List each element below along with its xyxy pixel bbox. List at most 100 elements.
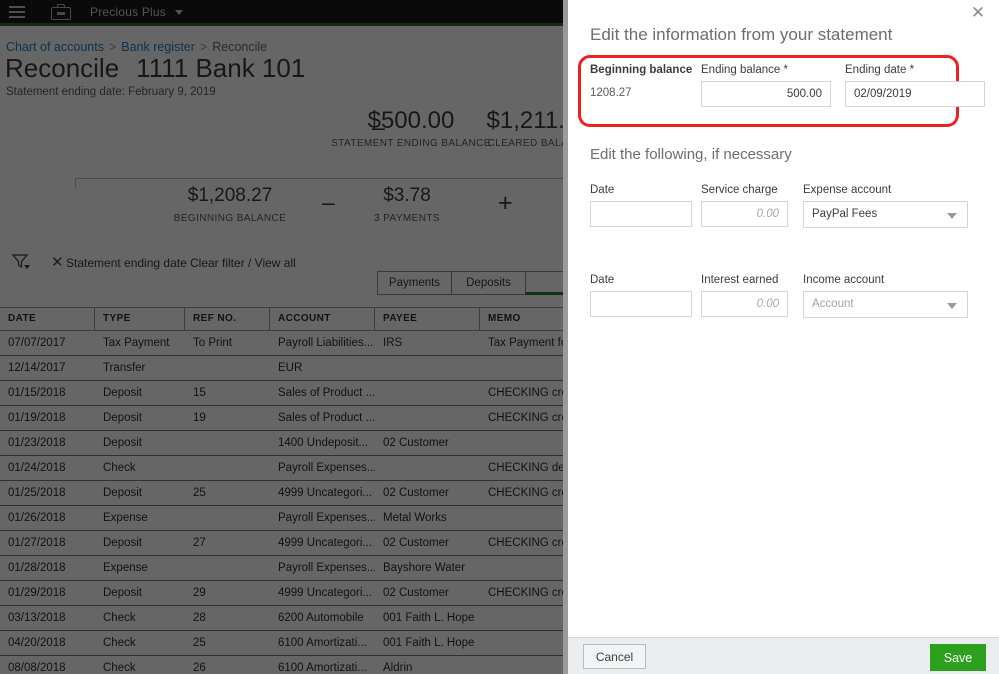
clear-filter-link[interactable]: Clear filter / View all [190,256,296,270]
column-header-account[interactable]: ACCOUNT [270,307,375,331]
cell-account: Payroll Liabilities... [270,331,375,356]
interest-earned-label: Interest earned [701,274,788,286]
column-header-ref-no[interactable]: REF NO. [185,307,270,331]
cell-type: Check [95,456,185,481]
interest-earned-input[interactable]: 0.00 [701,291,788,317]
ending-balance-field: Ending balance * 500.00 [701,64,831,107]
cell-ref-no: 27 [185,531,270,556]
cell-type: Deposit [95,531,185,556]
cell-payee: IRS [375,331,480,356]
cell-payee [375,456,480,481]
cell-payee: 02 Customer [375,481,480,506]
income-account-value: Account [812,298,854,310]
income-account-label: Income account [803,274,968,286]
cell-type: Expense [95,506,185,531]
ending-date-input[interactable]: 02/09/2019 [845,81,985,107]
cell-type: Deposit [95,381,185,406]
cell-date: 01/27/2018 [0,531,95,556]
ending-date-field: Ending date * 02/09/2019 [845,64,985,107]
cell-payee: 02 Customer [375,431,480,456]
expense-account-select[interactable]: PayPal Fees [803,201,968,228]
service-charge-amount-field: Service charge 0.00 [701,184,788,227]
cell-payee: 001 Faith L. Hope [375,606,480,631]
column-header-payee[interactable]: PAYEE [375,307,480,331]
cell-ref-no [185,556,270,581]
interest-date-label: Date [590,274,692,286]
service-charge-date-input[interactable] [590,201,692,227]
cell-type: Tax Payment [95,331,185,356]
cell-account: 4999 Uncategori... [270,481,375,506]
cell-payee [375,381,480,406]
expense-account-label: Expense account [803,184,968,196]
panel-heading-statement: Edit the information from your statement [590,25,892,45]
breadcrumb-bank-register[interactable]: Bank register [121,40,195,54]
briefcase-icon[interactable] [51,4,71,20]
cell-account: 4999 Uncategori... [270,531,375,556]
column-header-type[interactable]: TYPE [95,307,185,331]
company-name-label: Precious Plus [90,5,166,19]
cell-date: 01/24/2018 [0,456,95,481]
ending-date-label: Ending date * [845,64,985,76]
save-button[interactable]: Save [930,644,986,671]
cell-account: 1400 Undeposit... [270,431,375,456]
cell-ref-no: 25 [185,481,270,506]
beginning-balance-value: 1208.27 [590,87,692,99]
service-charge-date-label: Date [590,184,692,196]
cancel-button[interactable]: Cancel [583,644,646,669]
summary-operator-minus-top: – [372,114,385,141]
close-icon[interactable]: ✕ [967,2,989,24]
expense-account-value: PayPal Fees [812,208,877,220]
cell-ref-no [185,456,270,481]
filter-funnel-icon[interactable] [12,253,30,271]
ending-balance-input[interactable]: 500.00 [701,81,831,107]
company-switcher[interactable]: Precious Plus [90,5,183,19]
breadcrumb-chart-of-accounts[interactable]: Chart of accounts [6,40,104,54]
cell-account: 6200 Automobile [270,606,375,631]
cell-date: 03/13/2018 [0,606,95,631]
breadcrumb-reconcile: Reconcile [212,40,267,54]
breadcrumb: Chart of accounts>Bank register>Reconcil… [6,40,267,54]
chevron-down-icon [175,10,183,15]
income-account-select[interactable]: Account [803,291,968,318]
cell-type: Deposit [95,406,185,431]
edit-statement-panel: ✕ Edit the information from your stateme… [568,0,999,674]
beginning-balance-label: Beginning balance [590,64,692,76]
service-charge-date-field: Date [590,184,692,227]
cell-account: 6100 Amortizati... [270,631,375,656]
cell-date: 01/26/2018 [0,506,95,531]
cell-type: Check [95,656,185,674]
cell-ref-no [185,356,270,381]
cell-date: 01/28/2018 [0,556,95,581]
cell-ref-no: To Print [185,331,270,356]
cell-ref-no: 15 [185,381,270,406]
page-title-account: 1111 Bank 101 [136,53,305,83]
cell-date: 01/15/2018 [0,381,95,406]
page-title: Reconcile 1111 Bank 101 [5,53,305,84]
statement-ending-date-subtitle: Statement ending date: February 9, 2019 [6,86,216,98]
cell-date: 08/08/2018 [0,656,95,674]
chevron-down-icon [947,213,957,219]
column-header-date[interactable]: DATE [0,307,95,331]
page-title-text: Reconcile [5,53,119,83]
beginning-balance-field: Beginning balance 1208.27 [590,64,692,99]
tab-deposits[interactable]: Deposits [451,271,525,295]
chevron-down-icon [947,303,957,309]
hamburger-menu-icon[interactable] [9,6,25,18]
cell-account: Payroll Expenses... [270,456,375,481]
interest-date-input[interactable] [590,291,692,317]
cell-type: Transfer [95,356,185,381]
remove-filter-icon[interactable]: ✕ [51,253,64,271]
service-charge-label: Service charge [701,184,788,196]
cell-type: Deposit [95,431,185,456]
cell-date: 01/19/2018 [0,406,95,431]
application-window: Precious Plus Chart of accounts>Bank reg… [0,0,999,674]
cell-type: Deposit [95,581,185,606]
cell-type: Check [95,631,185,656]
cell-account: 4999 Uncategori... [270,581,375,606]
cell-ref-no: 26 [185,656,270,674]
tab-payments[interactable]: Payments [377,271,451,295]
cell-account: 6100 Amortizati... [270,656,375,674]
cell-date: 01/25/2018 [0,481,95,506]
income-account-field: Income account Account [803,274,968,318]
service-charge-input[interactable]: 0.00 [701,201,788,227]
